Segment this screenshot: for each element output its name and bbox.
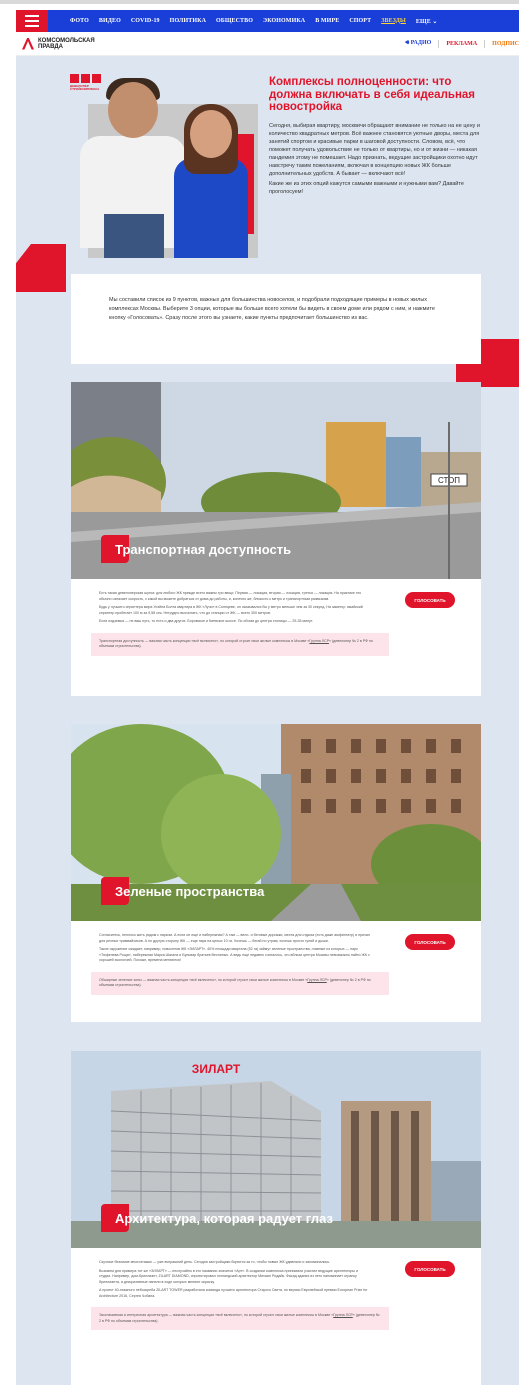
- developer-text: ДЕВЕЛОПЕР СТРОЙКОМПЛЕКСА: [70, 85, 100, 91]
- brand-bar: Комсомольская правда 🔊︎ РАДИО РЕКЛАМА ПО…: [16, 32, 519, 56]
- brand-links: 🔊︎ РАДИО РЕКЛАМА ПОДПИС: [405, 39, 519, 48]
- poll-card-green: Зеленые пространства Согласитесь, неплох…: [71, 724, 481, 1022]
- card-paragraph: Если подземка — не ваш путь, то есть и д…: [99, 619, 314, 623]
- nav-item[interactable]: ПОЛИТИКА: [170, 18, 206, 25]
- intro-box: Мы составили список из 9 пунктов, важных…: [71, 274, 481, 364]
- lsr-link[interactable]: Группа ЛСР: [333, 1313, 353, 1317]
- hero-text: Комплексы полноценности: что должна вклю…: [269, 76, 483, 196]
- site-logo[interactable]: Комсомольская правда: [22, 37, 95, 50]
- card-note: Транспортная доступность — важная часть …: [91, 632, 389, 656]
- note-text: Транспортная доступность — важная часть …: [99, 638, 310, 643]
- card-label: Зеленые пространства: [101, 877, 264, 905]
- nav-item[interactable]: COVID-19: [131, 18, 160, 25]
- nav-item[interactable]: ВИДЕО: [99, 18, 121, 25]
- card-label: Транспортная доступность: [101, 535, 291, 563]
- top-navigation: ФОТО ВИДЕО COVID-19 ПОЛИТИКА ОБЩЕСТВО ЭКОНОМИ…: [16, 10, 519, 32]
- vote-button[interactable]: ГОЛОСОВАТЬ: [405, 592, 455, 608]
- page-title: Комплексы полноценности: что должна вклю…: [269, 76, 476, 113]
- developer-logo-icon: [92, 74, 101, 83]
- logo-line-2: правда: [38, 43, 63, 50]
- woman-head: [190, 110, 232, 158]
- card-image-architecture: ЗИЛАРТ Архитектура, которая радует глаз: [71, 1051, 481, 1248]
- card-paragraph: Такое окружение ожидает, например, новос…: [99, 947, 370, 962]
- card-label: Архитектура, которая радует глаз: [101, 1204, 333, 1232]
- window-top-edge: [0, 0, 519, 4]
- ads-link[interactable]: РЕКЛАМА: [446, 41, 477, 47]
- intro-text: Мы составили список из 9 пунктов, важных…: [109, 297, 435, 321]
- card-image-transport: СТОП Транспортная доступность: [71, 382, 481, 579]
- nav-item[interactable]: В МИРЕ: [315, 18, 339, 25]
- subscribe-link[interactable]: ПОДПИС: [492, 41, 519, 47]
- kp-logo-icon: [22, 37, 34, 50]
- card-paragraph: Скучные безликие многоэтажки — уже вчера…: [99, 1260, 331, 1264]
- nav-item[interactable]: ФОТО: [70, 18, 89, 25]
- vote-button[interactable]: ГОЛОСОВАТЬ: [405, 1261, 455, 1277]
- divider: [438, 39, 440, 48]
- nav-items: ФОТО ВИДЕО COVID-19 ПОЛИТИКА ОБЩЕСТВО ЭКОНОМИ…: [70, 18, 438, 25]
- man-head: [108, 82, 158, 138]
- nav-item[interactable]: ЕЩЕ ⌄: [416, 18, 438, 25]
- card-title: Транспортная доступность: [115, 541, 292, 557]
- developer-logo-icon: [81, 74, 90, 83]
- decor-shape: [16, 244, 66, 292]
- hero-paragraph: Сегодня, выбирая квартиру, москвичи обра…: [269, 122, 480, 177]
- lsr-link[interactable]: Группа ЛСР: [307, 978, 327, 982]
- card-title: Архитектура, которая радует глаз: [115, 1210, 333, 1226]
- developer-badge: ДЕВЕЛОПЕР СТРОЙКОМПЛЕКСА: [70, 74, 101, 91]
- lsr-link[interactable]: Группа ЛСР: [309, 639, 329, 643]
- nav-item[interactable]: ОБЩЕСТВО: [216, 18, 253, 25]
- radio-label: РАДИО: [410, 40, 432, 46]
- card-paragraph: Согласитесь, неплохо жить рядом с парком…: [99, 933, 371, 943]
- zilart-sign-text: ЗИЛАРТ: [192, 1062, 241, 1076]
- article-stage: ДЕВЕЛОПЕР СТРОЙКОМПЛЕКСА Комплексы полно…: [16, 56, 519, 1385]
- vote-button[interactable]: ГОЛОСОВАТЬ: [405, 934, 455, 950]
- hero-question: Какие же из этих опций кажутся самыми ва…: [269, 180, 464, 195]
- card-title: Зеленые пространства: [115, 883, 265, 899]
- note-text: Эксклюзивная и интересная архитектура — …: [99, 1313, 334, 1317]
- card-image-green: Зеленые пространства: [71, 724, 481, 921]
- logo-text: Комсомольская правда: [38, 38, 95, 50]
- card-paragraph: Возьмем для примера тот же «ЗИЛАРТ» — не…: [99, 1268, 358, 1284]
- card-paragraph: А проект 40-этажного небоскреба ZILART T…: [99, 1288, 368, 1298]
- developer-line-2: СТРОЙКОМПЛЕКСА: [70, 87, 100, 91]
- man-jeans: [104, 214, 164, 258]
- divider: [484, 39, 486, 48]
- hamburger-icon[interactable]: [16, 10, 48, 32]
- card-paragraph: Есть такая девелоперская шутка: для любо…: [99, 591, 362, 601]
- developer-logo-icon: [70, 74, 79, 83]
- nav-item[interactable]: СПОРТ: [349, 18, 371, 25]
- nav-item[interactable]: ЭКОНОМИКА: [263, 18, 305, 25]
- note-text: Обширные зеленые зоны — важная часть кон…: [99, 977, 308, 982]
- poll-card-transport: СТОП Транспортная доступность Есть такая…: [71, 382, 481, 696]
- hero-image: [68, 74, 258, 258]
- card-note: Обширные зеленые зоны — важная часть кон…: [91, 971, 389, 995]
- logo-line-1: Комсомольская: [38, 37, 95, 44]
- nav-item[interactable]: ЗВЕЗДЫ: [381, 18, 406, 25]
- radio-link[interactable]: 🔊︎ РАДИО: [405, 40, 431, 47]
- poll-card-architecture: ЗИЛАРТ Архитектура, которая радует глаз …: [71, 1051, 481, 1385]
- card-paragraph: Будь у лучшего спринтера мира Усэйна Бол…: [99, 605, 363, 615]
- card-note: Эксклюзивная и интересная архитектура — …: [91, 1307, 389, 1330]
